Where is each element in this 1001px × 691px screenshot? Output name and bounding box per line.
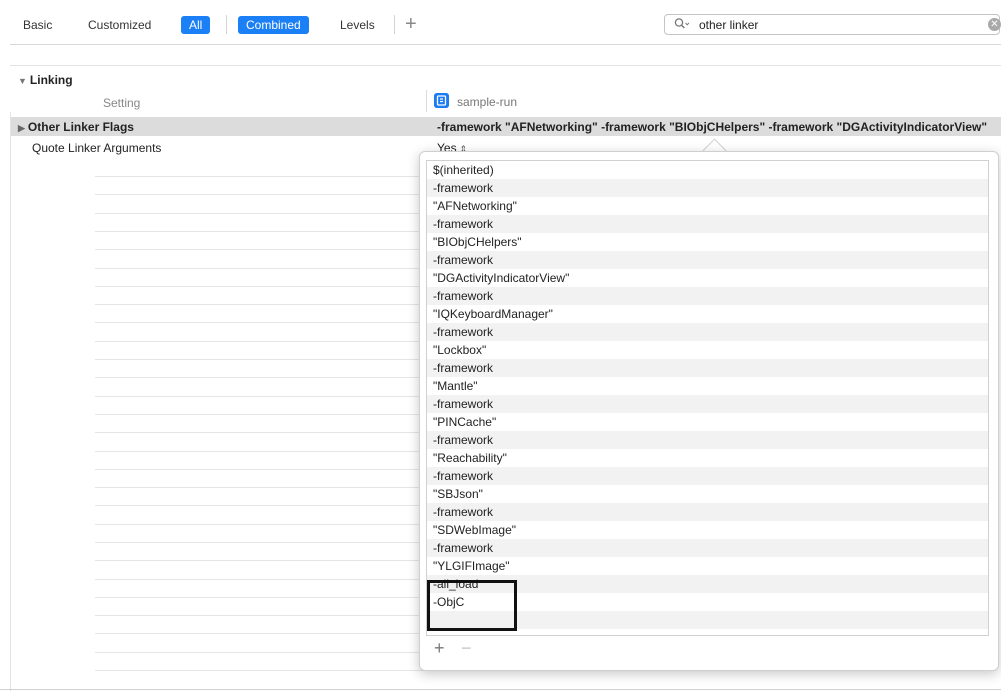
remove-flag-button[interactable]: − bbox=[461, 638, 472, 658]
column-divider bbox=[426, 90, 427, 112]
linker-flag-item[interactable]: "SBJson" bbox=[427, 485, 988, 503]
empty-row-line bbox=[95, 396, 425, 397]
linker-flag-item[interactable]: -framework bbox=[427, 251, 988, 269]
toolbar-divider bbox=[226, 15, 227, 34]
toolbar-bottom-border bbox=[10, 44, 1001, 45]
setting-name-quote-linker-arguments[interactable]: Quote Linker Arguments bbox=[32, 141, 161, 155]
empty-row-line bbox=[95, 615, 425, 616]
setting-name-label: Other Linker Flags bbox=[27, 120, 134, 134]
target-app-icon bbox=[434, 93, 449, 108]
linker-flag-item[interactable]: -framework bbox=[427, 503, 988, 521]
column-header-setting: Setting bbox=[103, 96, 141, 110]
linker-flag-item[interactable]: "AFNetworking" bbox=[427, 197, 988, 215]
linker-flag-item[interactable]: $(inherited) bbox=[427, 161, 988, 179]
linker-flag-item[interactable]: -framework bbox=[427, 539, 988, 557]
linker-flag-item[interactable]: -framework bbox=[427, 359, 988, 377]
empty-row-line bbox=[95, 542, 425, 543]
section-title-label: Linking bbox=[29, 73, 73, 87]
setting-value-other-linker-flags[interactable]: -framework "AFNetworking" -framework "BI… bbox=[437, 120, 999, 134]
annotation-highlight-box bbox=[427, 580, 517, 631]
add-flag-button[interactable]: + bbox=[434, 638, 445, 658]
empty-row-line bbox=[95, 579, 425, 580]
empty-row-line bbox=[95, 414, 425, 415]
window-bottom-border bbox=[0, 689, 1001, 690]
empty-row-line bbox=[95, 652, 425, 653]
linker-flag-item[interactable]: "IQKeyboardManager" bbox=[427, 305, 988, 323]
linker-flag-item[interactable]: "YLGIFImage" bbox=[427, 557, 988, 575]
linker-flag-item[interactable]: -framework bbox=[427, 215, 988, 233]
empty-row-line bbox=[95, 505, 425, 506]
linker-flag-item[interactable]: -framework bbox=[427, 323, 988, 341]
empty-row-line bbox=[95, 432, 425, 433]
linker-flag-item[interactable]: -framework bbox=[427, 179, 988, 197]
linker-flag-item[interactable]: -framework bbox=[427, 431, 988, 449]
empty-row-line bbox=[95, 469, 425, 470]
tab-levels[interactable]: Levels bbox=[340, 16, 375, 34]
linker-flag-item[interactable]: "Reachability" bbox=[427, 449, 988, 467]
tab-combined[interactable]: Combined bbox=[238, 16, 309, 34]
linker-flag-item[interactable]: "Lockbox" bbox=[427, 341, 988, 359]
empty-row-line bbox=[95, 194, 425, 195]
empty-row-line bbox=[95, 670, 425, 671]
empty-row-line bbox=[95, 359, 425, 360]
empty-row-line bbox=[95, 524, 425, 525]
empty-row-line bbox=[95, 597, 425, 598]
linker-flag-item[interactable]: "PINCache" bbox=[427, 413, 988, 431]
section-title-linking[interactable]: ▼ Linking bbox=[18, 73, 73, 87]
empty-row-line bbox=[95, 268, 425, 269]
empty-row-line bbox=[95, 176, 425, 177]
search-input[interactable] bbox=[699, 17, 959, 32]
linker-flag-item[interactable]: "BIObjCHelpers" bbox=[427, 233, 988, 251]
empty-row-line bbox=[95, 633, 425, 634]
tab-basic[interactable]: Basic bbox=[23, 16, 52, 34]
column-header-target: sample-run bbox=[457, 95, 518, 109]
search-field[interactable]: ✕ bbox=[664, 14, 1001, 35]
tab-all[interactable]: All bbox=[181, 16, 211, 34]
disclosure-closed-icon[interactable]: ▶ bbox=[18, 123, 25, 133]
linker-flag-item[interactable]: "DGActivityIndicatorView" bbox=[427, 269, 988, 287]
linker-flags-list[interactable]: $(inherited) -framework "AFNetworking" -fra… bbox=[426, 160, 989, 636]
linker-flag-item[interactable]: -framework bbox=[427, 287, 988, 305]
empty-row-line bbox=[95, 231, 425, 232]
clear-search-icon[interactable]: ✕ bbox=[988, 18, 1001, 31]
toolbar: Basic Customized All Combined Levels + ✕ bbox=[0, 0, 1001, 44]
disclosure-open-icon[interactable]: ▼ bbox=[18, 76, 27, 86]
tab-customized[interactable]: Customized bbox=[88, 16, 151, 34]
filter-bar-border bbox=[10, 65, 1001, 66]
linker-flag-item[interactable]: "Mantle" bbox=[427, 377, 988, 395]
table-left-edge bbox=[10, 112, 11, 691]
toolbar-divider bbox=[394, 15, 395, 34]
empty-row-line bbox=[95, 487, 425, 488]
empty-row-line bbox=[95, 304, 425, 305]
search-icon bbox=[674, 18, 690, 29]
empty-row-line bbox=[95, 286, 425, 287]
add-setting-button[interactable]: + bbox=[405, 12, 417, 36]
empty-row-line bbox=[95, 560, 425, 561]
empty-row-line bbox=[95, 377, 425, 378]
empty-row-line bbox=[95, 341, 425, 342]
empty-row-line bbox=[95, 249, 425, 250]
empty-row-line bbox=[95, 213, 425, 214]
setting-name-other-linker-flags[interactable]: ▶ Other Linker Flags bbox=[18, 120, 134, 134]
linker-flag-item[interactable]: -framework bbox=[427, 395, 988, 413]
empty-row-line bbox=[95, 322, 425, 323]
linker-flag-item[interactable]: -framework bbox=[427, 467, 988, 485]
linker-flag-item[interactable]: "SDWebImage" bbox=[427, 521, 988, 539]
empty-row-line bbox=[95, 451, 425, 452]
